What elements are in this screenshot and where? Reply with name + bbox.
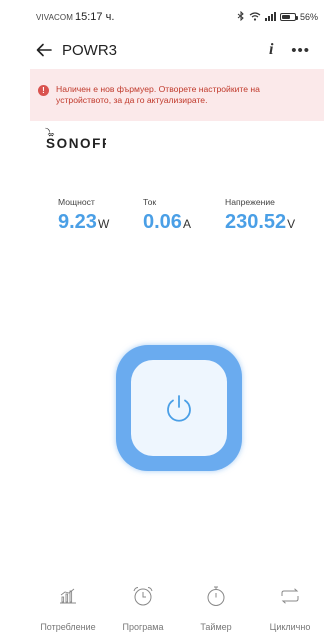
battery-percent: 56% (299, 12, 318, 22)
voltage-value-row: 230.52V (225, 211, 295, 234)
brand-logo: SONOFF (46, 132, 110, 154)
wifi-icon (249, 11, 261, 23)
sonoff-logo: SONOFF (46, 132, 110, 154)
sonoff-logo-mark: SONOFF (46, 132, 110, 151)
more-options-button[interactable]: ••• (291, 43, 310, 58)
header-actions: i ••• (265, 41, 310, 59)
stopwatch-icon (204, 584, 228, 608)
power-icon (167, 395, 191, 422)
tab-loop-label: Циклично (269, 622, 311, 632)
tab-timer[interactable]: Таймер (176, 584, 256, 632)
arrow-left-icon (36, 43, 52, 57)
bluetooth-icon (237, 10, 245, 23)
power-metric: Мощност 9.23W (58, 197, 109, 234)
bottom-tab-bar: Потребление Програма Таймер Циклично (0, 584, 328, 634)
current-value: 0.06 (143, 211, 182, 233)
banner-text: Наличен е нов фърмуер. Отворете настройк… (56, 84, 260, 105)
alarm-clock-icon (131, 584, 155, 608)
bar-chart-icon (56, 584, 80, 608)
tab-schedule-label: Програма (122, 622, 164, 632)
power-value: 9.23 (58, 211, 97, 233)
firmware-update-banner[interactable]: ! Наличен е нов фърмуер. Отворете настро… (30, 69, 324, 121)
voltage-unit: V (287, 217, 296, 231)
tab-timer-label: Таймер (200, 622, 232, 632)
power-label: Мощност (58, 197, 95, 207)
loop-icon (278, 584, 302, 608)
tab-consumption-label: Потребление (40, 622, 96, 632)
current-unit: A (182, 217, 191, 231)
info-button[interactable]: i (265, 41, 277, 59)
power-unit: W (97, 217, 110, 231)
status-time: 15:17 ч. (75, 11, 115, 23)
metrics-panel: Мощност 9.23W Ток 0.06A Напрежение 230.5… (58, 197, 318, 247)
voltage-value: 230.52 (225, 211, 287, 233)
page-title: POWR3 (62, 41, 118, 59)
tab-loop[interactable]: Циклично (250, 584, 328, 632)
back-button[interactable] (34, 40, 54, 60)
battery-icon (279, 13, 298, 21)
status-left: VIVACOM 15:17 ч. (36, 11, 114, 23)
alert-icon: ! (38, 85, 49, 96)
status-right: 56% (237, 10, 318, 23)
power-toggle-button[interactable] (116, 345, 242, 471)
current-label: Ток (143, 197, 157, 207)
power-toggle-face (131, 360, 227, 456)
power-value-row: 9.23W (58, 211, 109, 234)
voltage-label: Напрежение (225, 197, 275, 207)
voltage-metric: Напрежение 230.52V (225, 197, 295, 234)
tab-consumption[interactable]: Потребление (28, 584, 108, 632)
signal-icon (264, 11, 276, 23)
header-bar: POWR3 i ••• (0, 36, 328, 64)
current-value-row: 0.06A (143, 211, 191, 234)
tab-schedule[interactable]: Програма (103, 584, 183, 632)
svg-text:SONOFF: SONOFF (46, 136, 106, 151)
current-metric: Ток 0.06A (143, 197, 191, 234)
carrier-name: VIVACOM (36, 13, 74, 22)
status-bar: VIVACOM 15:17 ч. 56% (0, 0, 328, 34)
